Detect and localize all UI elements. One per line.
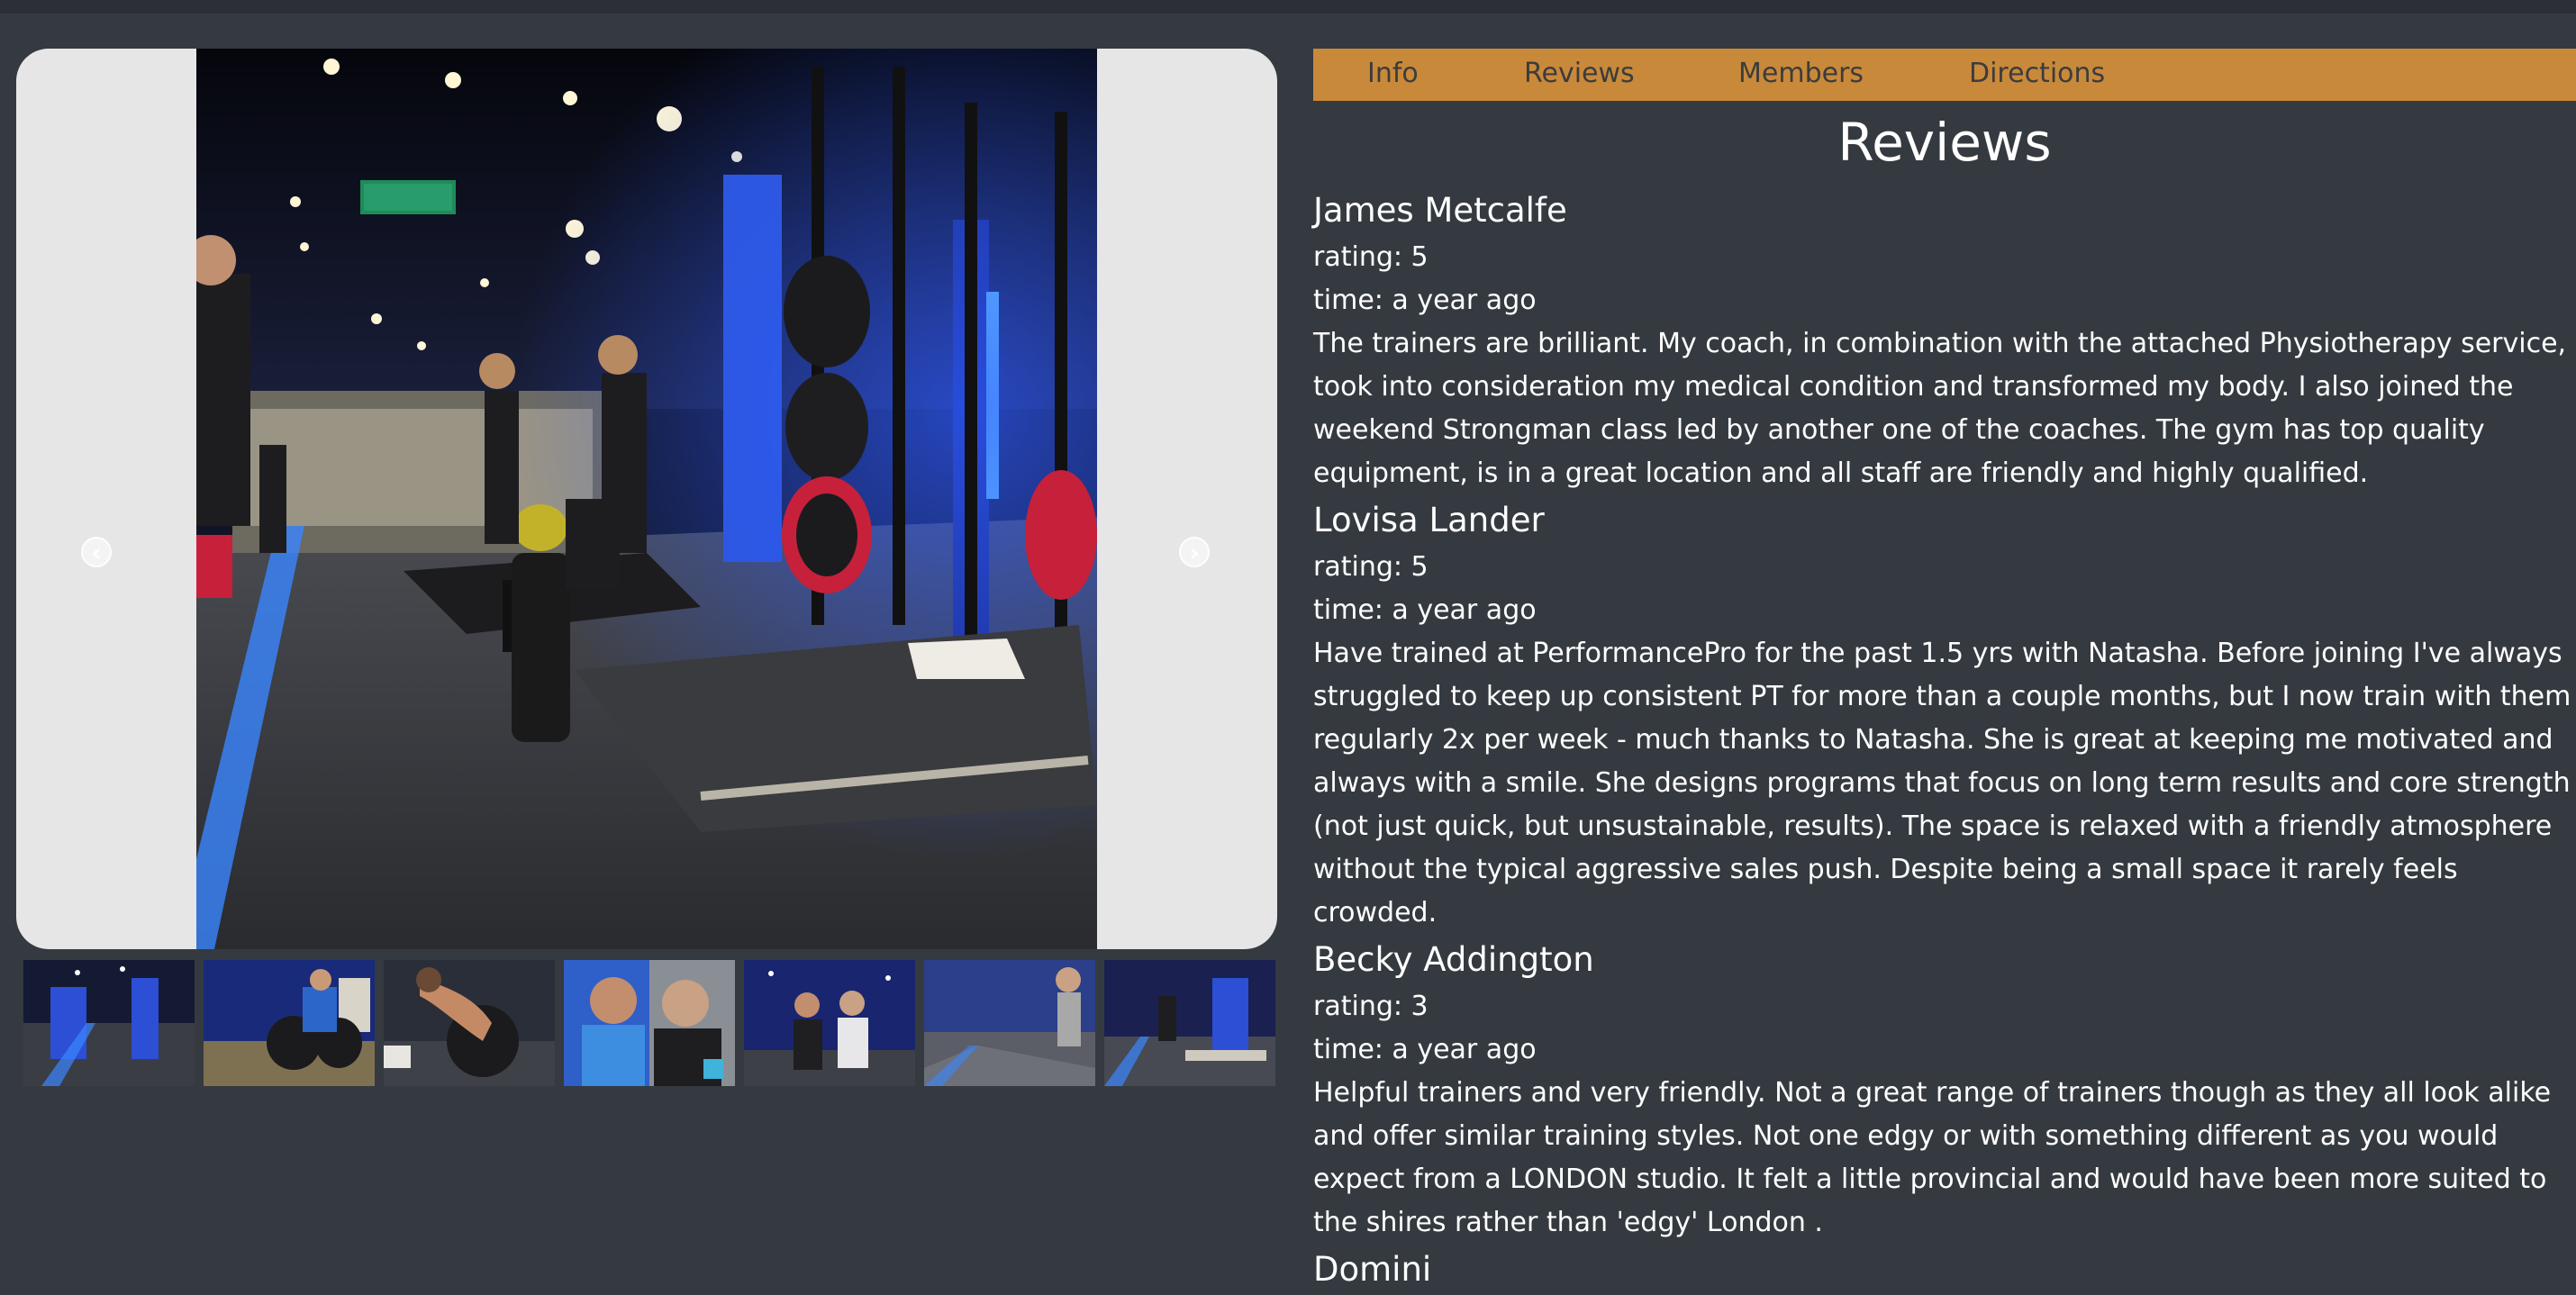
review-text: The trainers are brilliant. My coach, in… <box>1313 328 2567 489</box>
review-rating: rating: 5 <box>1313 241 1429 273</box>
thumbnail-7[interactable] <box>1104 960 1275 1086</box>
thumbnail-strip <box>23 960 1277 1086</box>
thumbnail-3[interactable] <box>384 960 555 1086</box>
thumbnail-4[interactable] <box>564 960 735 1086</box>
review-item: Lovisa Lander rating: 5 time: a year ago… <box>1313 495 2576 935</box>
review-rating: rating: 3 <box>1313 991 1429 1022</box>
thumbnail-1[interactable] <box>23 960 195 1086</box>
gym-main-photo <box>196 49 1097 949</box>
tab-info[interactable]: Info <box>1367 58 1419 89</box>
review-item: Domini <box>1313 1245 2576 1295</box>
review-author: Domini <box>1313 1250 1432 1289</box>
tab-reviews[interactable]: Reviews <box>1524 58 1635 89</box>
top-bar <box>0 0 2576 14</box>
review-rating: rating: 5 <box>1313 551 1429 583</box>
chevron-right-icon[interactable]: › <box>1179 537 1210 567</box>
review-text: Helpful trainers and very friendly. Not … <box>1313 1077 2552 1238</box>
review-author: Lovisa Lander <box>1313 501 1545 539</box>
review-time: time: a year ago <box>1313 285 1537 316</box>
review-author: James Metcalfe <box>1313 191 1567 230</box>
tab-directions[interactable]: Directions <box>1969 58 2105 89</box>
review-author: Becky Addington <box>1313 940 1594 979</box>
page-title: Reviews <box>1837 112 2052 173</box>
reviews-list: James Metcalfe rating: 5 time: a year ag… <box>1313 186 2576 1295</box>
tab-members[interactable]: Members <box>1738 58 1864 89</box>
thumbnail-5[interactable] <box>744 960 915 1086</box>
photo-carousel: ‹ › <box>16 49 1277 949</box>
thumbnail-6[interactable] <box>924 960 1095 1086</box>
chevron-left-icon[interactable]: ‹ <box>81 537 112 567</box>
review-time: time: a year ago <box>1313 1034 1537 1065</box>
review-item: Becky Addington rating: 3 time: a year a… <box>1313 935 2576 1245</box>
review-item: James Metcalfe rating: 5 time: a year ag… <box>1313 186 2576 495</box>
tab-bar: Info Reviews Members Directions <box>1313 49 2576 101</box>
review-text: Have trained at PerformancePro for the p… <box>1313 638 2571 928</box>
review-time: time: a year ago <box>1313 594 1537 626</box>
thumbnail-2[interactable] <box>204 960 375 1086</box>
